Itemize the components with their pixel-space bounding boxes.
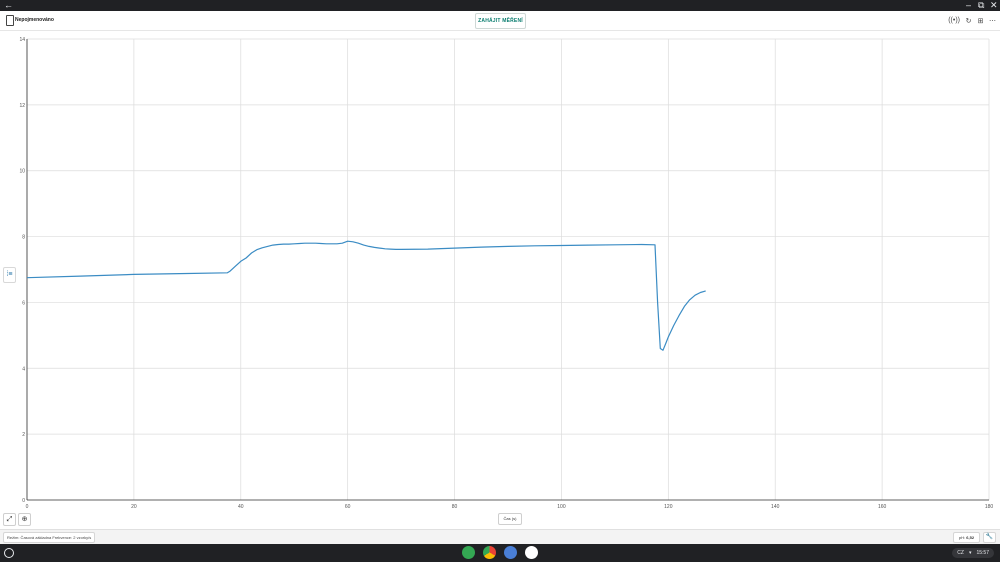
document-icon bbox=[6, 15, 14, 26]
line-chart[interactable]: 0 20 40 60 80 100 120 140 160 180 0 2 4 6 8 10 12 14 bbox=[0, 31, 1000, 528]
ph-value: 6,52 bbox=[966, 535, 975, 540]
shelf bbox=[462, 546, 538, 559]
locale-indicator: CZ bbox=[957, 550, 964, 556]
y-tick-label: 10 bbox=[19, 169, 25, 175]
x-tick-label: 140 bbox=[771, 504, 780, 510]
graph-tool-button[interactable]: ⤢ bbox=[3, 513, 16, 526]
x-tick-label: 40 bbox=[238, 504, 244, 510]
play-store-icon[interactable] bbox=[462, 546, 475, 559]
x-tick-label: 120 bbox=[664, 504, 673, 510]
y-tick-label: 6 bbox=[22, 300, 25, 306]
close-icon[interactable]: ✕ bbox=[990, 0, 998, 11]
y-tick-label: 4 bbox=[22, 366, 25, 372]
app-icon[interactable] bbox=[525, 546, 538, 559]
ph-label: pH: bbox=[958, 535, 966, 540]
wifi-icon: ▾ bbox=[968, 550, 972, 556]
status-bar: Režim: Časová základna Frekvence: 2 vzor… bbox=[0, 529, 1000, 544]
system-tray[interactable]: CZ ▾ 15:57 bbox=[952, 548, 994, 558]
series-line bbox=[26, 240, 706, 351]
refresh-icon[interactable]: ↻ bbox=[965, 17, 972, 25]
y-tick-label: 2 bbox=[22, 432, 25, 438]
y-tick-label: 14 bbox=[19, 37, 25, 43]
data-selection-tool[interactable]: ⁞≡ bbox=[3, 267, 16, 283]
x-axis-label-button[interactable]: Čas (s) bbox=[498, 513, 522, 525]
back-icon[interactable]: ← bbox=[4, 0, 13, 11]
x-tick-label: 80 bbox=[452, 504, 458, 510]
clock: 15:57 bbox=[976, 550, 989, 556]
sensor-icon[interactable]: ((•)) bbox=[948, 17, 960, 24]
y-tick-label: 8 bbox=[22, 235, 25, 241]
document-title[interactable]: Nepojmenováno bbox=[15, 14, 54, 26]
graph-panel: 0 20 40 60 80 100 120 140 160 180 0 2 4 6 8 10 12 14 bbox=[0, 31, 1000, 528]
window-titlebar: ← – ⧉ ✕ bbox=[0, 0, 1000, 11]
x-tick-label: 100 bbox=[557, 504, 566, 510]
x-tick-label: 0 bbox=[26, 504, 29, 510]
ph-readout: pH: 6,52 bbox=[953, 532, 980, 543]
x-tick-label: 60 bbox=[345, 504, 351, 510]
x-tick-label: 180 bbox=[985, 504, 994, 510]
mode-frequency-info[interactable]: Režim: Časová základna Frekvence: 2 vzor… bbox=[3, 532, 96, 543]
layout-icon[interactable]: ⊞ bbox=[977, 17, 984, 25]
wrench-icon[interactable]: 🔧 bbox=[983, 532, 996, 543]
y-tick-label: 0 bbox=[22, 498, 25, 504]
launcher-icon[interactable] bbox=[4, 548, 14, 558]
zoom-icon[interactable]: ⊕ bbox=[18, 513, 31, 526]
restore-icon[interactable]: ⧉ bbox=[978, 0, 984, 11]
app-header: Nepojmenováno ZAHÁJIT MĚŘENÍ ((•)) ↻ ⊞ ⋯ bbox=[0, 11, 1000, 31]
more-icon[interactable]: ⋯ bbox=[989, 17, 996, 25]
minimize-icon[interactable]: – bbox=[966, 0, 971, 11]
header-actions: ((•)) ↻ ⊞ ⋯ bbox=[948, 14, 996, 27]
settings-icon[interactable] bbox=[504, 546, 517, 559]
chrome-icon[interactable] bbox=[483, 546, 496, 559]
x-tick-label: 20 bbox=[131, 504, 137, 510]
start-measurement-button[interactable]: ZAHÁJIT MĚŘENÍ bbox=[475, 13, 526, 29]
y-tick-label: 12 bbox=[19, 103, 25, 109]
os-taskbar: CZ ▾ 15:57 bbox=[0, 544, 1000, 562]
x-tick-label: 160 bbox=[878, 504, 887, 510]
